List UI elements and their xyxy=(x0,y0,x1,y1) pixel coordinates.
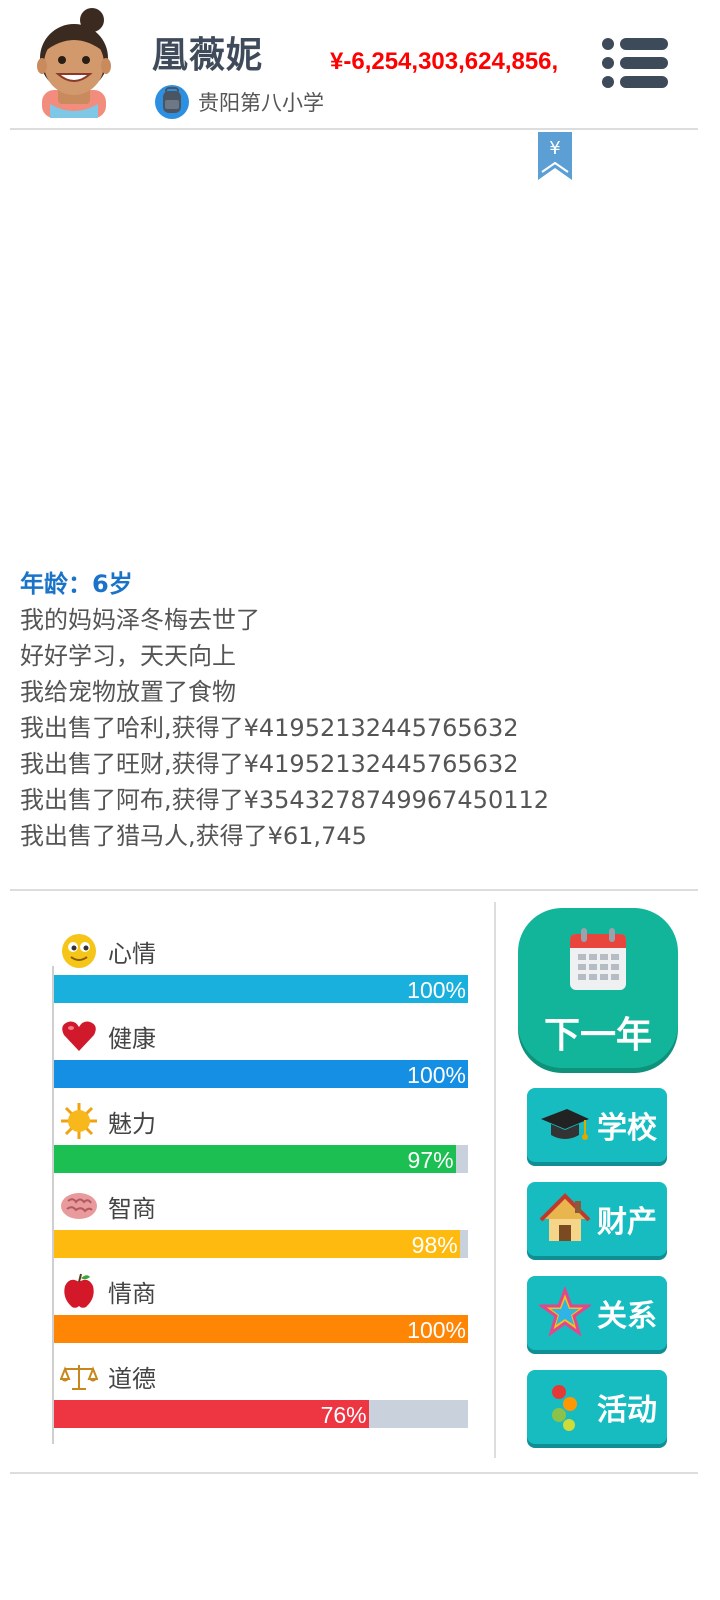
stat-bar: 100% xyxy=(54,1060,468,1088)
stat-label: 健康 xyxy=(108,1024,156,1053)
stat-bar: 97% xyxy=(54,1145,468,1173)
menu-icon[interactable] xyxy=(600,36,670,90)
stat-percent: 100% xyxy=(407,1062,466,1088)
stat-bar: 98% xyxy=(54,1230,468,1258)
log-line: 好好学习，天天向上 xyxy=(20,642,236,670)
header-divider xyxy=(10,128,698,130)
log-divider xyxy=(10,889,698,891)
stat-label: 心情 xyxy=(108,939,156,968)
event-log: 年龄：6岁 我的妈妈泽冬梅去世了 好好学习，天天向上 我给宠物放置了食物 我出售… xyxy=(20,566,700,854)
next-year-label: 下一年 xyxy=(543,1015,652,1056)
school-button[interactable]: 学校 xyxy=(527,1088,667,1162)
smiley-icon xyxy=(62,934,96,968)
stat-fill: 100% xyxy=(54,975,468,1003)
relations-button-label: 关系 xyxy=(597,1299,657,1334)
stat-health: 健康 100% xyxy=(52,1013,472,1098)
activities-button-label: 活动 xyxy=(597,1393,657,1428)
stat-percent: 97% xyxy=(407,1147,454,1173)
activities-button[interactable]: 活动 xyxy=(527,1370,667,1444)
avatar[interactable] xyxy=(28,8,120,118)
stat-label: 智商 xyxy=(108,1194,156,1223)
player-name: 凰薇妮 xyxy=(152,35,264,76)
stat-label: 魅力 xyxy=(108,1109,156,1138)
stat-percent: 100% xyxy=(407,977,466,1003)
stat-fill: 98% xyxy=(54,1230,460,1258)
scales-icon xyxy=(60,1365,98,1390)
profile-header: 凰薇妮 ¥-6,254,303,624,856, 贵阳第八小学 xyxy=(0,0,720,130)
calendar-icon xyxy=(570,928,626,990)
log-line: 我出售了猎马人,获得了¥61,745 xyxy=(20,822,367,850)
next-year-button[interactable]: 下一年 xyxy=(518,908,678,1068)
log-line: 我出售了阿布,获得了¥3543278749967450112 xyxy=(20,786,550,814)
log-line: 我给宠物放置了食物 xyxy=(20,678,236,706)
stat-iq: 智商 98% xyxy=(52,1183,472,1268)
school-name: 贵阳第八小学 xyxy=(198,91,324,115)
stat-percent: 76% xyxy=(320,1402,367,1428)
backpack-icon xyxy=(155,85,189,119)
relations-button[interactable]: 关系 xyxy=(527,1276,667,1350)
stat-charm: 魅力 97% xyxy=(52,1098,472,1183)
balloons-icon xyxy=(552,1385,577,1431)
heart-icon xyxy=(62,1021,96,1051)
stat-fill: 97% xyxy=(54,1145,456,1173)
brain-icon xyxy=(61,1193,97,1219)
footer-divider xyxy=(10,1472,698,1474)
property-button-label: 财产 xyxy=(597,1205,657,1240)
stat-fill: 76% xyxy=(54,1400,369,1428)
stat-bar: 100% xyxy=(54,975,468,1003)
stat-fill: 100% xyxy=(54,1060,468,1088)
log-line: 我出售了哈利,获得了¥41952132445765632 xyxy=(20,714,519,742)
yen-bookmark-icon[interactable]: ¥ xyxy=(536,132,574,182)
age-label: 年龄：6岁 xyxy=(20,570,133,598)
stat-percent: 98% xyxy=(411,1232,458,1258)
stat-label: 情商 xyxy=(108,1279,156,1308)
log-line: 我的妈妈泽冬梅去世了 xyxy=(20,606,260,634)
property-button[interactable]: 财产 xyxy=(527,1182,667,1256)
stat-morality: 道德 76% xyxy=(52,1353,472,1438)
stats-panel: 心情 100% 健康 100% 魅力 97% 智商 98% 情商 100% 道德… xyxy=(52,928,472,1438)
graduation-cap-icon xyxy=(541,1109,589,1140)
stat-mood: 心情 100% xyxy=(52,928,472,1013)
apple-icon xyxy=(64,1273,94,1308)
log-line: 我出售了旺财,获得了¥41952132445765632 xyxy=(20,750,519,778)
stat-bar: 100% xyxy=(54,1315,468,1343)
svg-text:¥: ¥ xyxy=(549,138,560,159)
stat-bar: 76% xyxy=(54,1400,468,1428)
stat-percent: 100% xyxy=(407,1317,466,1343)
star-icon xyxy=(539,1287,591,1337)
sun-icon xyxy=(61,1103,97,1139)
school-button-label: 学校 xyxy=(597,1111,657,1146)
stat-eq: 情商 100% xyxy=(52,1268,472,1353)
stat-fill: 100% xyxy=(54,1315,468,1343)
money-balance: ¥-6,254,303,624,856, xyxy=(330,48,559,75)
house-icon xyxy=(539,1193,591,1241)
stat-label: 道德 xyxy=(108,1364,156,1393)
school-info: 贵阳第八小学 xyxy=(154,82,324,122)
panel-divider xyxy=(494,902,496,1458)
